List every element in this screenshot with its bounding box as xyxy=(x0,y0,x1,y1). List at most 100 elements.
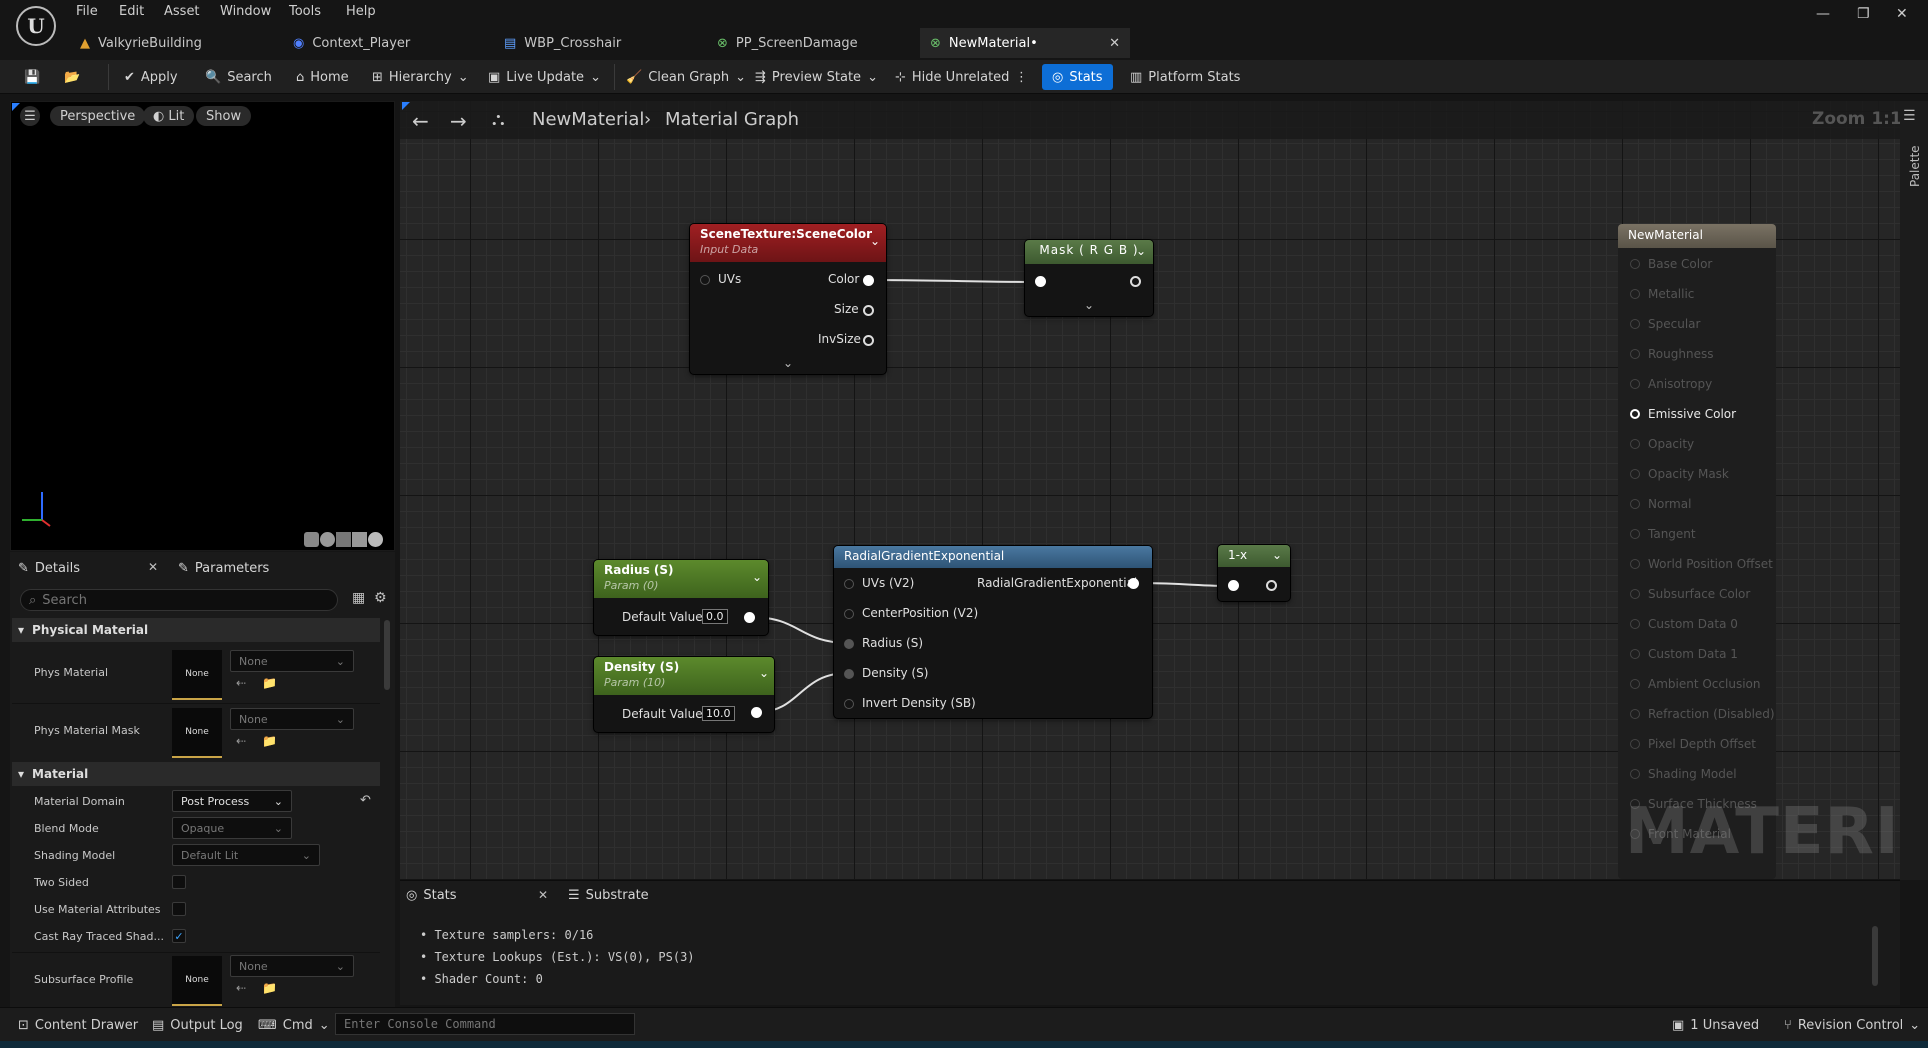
pin-density-label: Density (S) xyxy=(862,666,929,680)
stats-scrollbar[interactable] xyxy=(1872,926,1878,986)
output-pin[interactable] xyxy=(744,612,755,623)
default-value-label: Default Value xyxy=(622,610,703,624)
output-pin[interactable] xyxy=(1128,578,1139,589)
input-pin-radius[interactable] xyxy=(844,639,854,649)
tab-stats[interactable]: ◎ Stats xyxy=(406,884,457,906)
console-command-field xyxy=(335,1013,635,1035)
pin-label: Custom Data 1 xyxy=(1648,647,1738,661)
pin-label: Emissive Color xyxy=(1648,407,1737,421)
pin-label: World Position Offset xyxy=(1648,557,1773,571)
pin-label: Metallic xyxy=(1648,287,1695,301)
radius-default-value[interactable]: 0.0 xyxy=(702,609,728,624)
output-pin-refraction[interactable]: Refraction (Disabled) xyxy=(1630,707,1775,721)
pin-label: Pixel Depth Offset xyxy=(1648,737,1756,751)
revision-control-button[interactable]: ⑂ Revision Control ⌄ xyxy=(1784,1015,1920,1035)
output-pin-world-position-offset[interactable]: World Position Offset xyxy=(1630,557,1773,571)
output-pin[interactable] xyxy=(751,707,762,718)
content-drawer-label: Content Drawer xyxy=(34,1017,139,1033)
output-log-button[interactable]: ▤ Output Log xyxy=(152,1015,243,1035)
pin-dot xyxy=(1630,619,1640,629)
output-pin[interactable] xyxy=(1130,276,1141,287)
output-pin-specular[interactable]: Specular xyxy=(1630,317,1700,331)
input-pin[interactable] xyxy=(1035,276,1046,287)
output-pin-color[interactable] xyxy=(863,275,874,286)
output-pin-emissive-color[interactable]: Emissive Color xyxy=(1630,407,1736,421)
node-radial-gradient-exponential[interactable]: RadialGradientExponential xyxy=(834,546,1152,718)
tab-substrate[interactable]: ☰ Substrate xyxy=(568,884,649,906)
output-pin[interactable] xyxy=(1266,580,1277,591)
tab-stats-label: Stats xyxy=(423,887,457,903)
pin-label: Opacity Mask xyxy=(1648,467,1729,481)
output-pin-ambient-occlusion[interactable]: Ambient Occlusion xyxy=(1630,677,1760,691)
pin-color-label: Color xyxy=(828,272,860,286)
pin-dot xyxy=(1630,649,1640,659)
output-pin-roughness[interactable]: Roughness xyxy=(1630,347,1713,361)
cmd-button[interactable]: ⌨ Cmd ⌄ xyxy=(258,1015,330,1035)
input-pin[interactable] xyxy=(844,699,854,709)
output-pin-base-color[interactable]: Base Color xyxy=(1630,257,1712,271)
output-pin-custom-data-0[interactable]: Custom Data 0 xyxy=(1630,617,1738,631)
output-pin-shading-model[interactable]: Shading Model xyxy=(1630,767,1737,781)
output-pin-normal[interactable]: Normal xyxy=(1630,497,1691,511)
palette-menu-icon[interactable]: ☰ xyxy=(1903,108,1916,124)
wire-color-to-mask xyxy=(868,279,1041,283)
pin-label: Normal xyxy=(1648,497,1692,511)
output-pin-anisotropy[interactable]: Anisotropy xyxy=(1630,377,1712,391)
input-pin[interactable] xyxy=(844,579,854,589)
taskbar-strip xyxy=(0,1041,1928,1048)
pin-dot xyxy=(1630,589,1640,599)
output-pin-invsize[interactable] xyxy=(863,335,874,346)
output-pin-subsurface-color[interactable]: Subsurface Color xyxy=(1630,587,1750,601)
pin-invert-density-label: Invert Density (SB) xyxy=(862,696,976,710)
pin-label: Specular xyxy=(1648,317,1701,331)
expand-chevron-icon[interactable]: ⌄ xyxy=(783,356,793,370)
pin-dot xyxy=(1630,259,1640,269)
pin-dot xyxy=(1630,409,1640,419)
expand-chevron-icon[interactable]: ⌄ xyxy=(1084,298,1094,312)
pin-output-label: RadialGradientExponential xyxy=(977,576,1138,590)
output-pin-metallic[interactable]: Metallic xyxy=(1630,287,1694,301)
pin-dot xyxy=(1630,559,1640,569)
pin-invsize-label: InvSize xyxy=(818,332,861,346)
stats-icon: ◎ xyxy=(406,887,418,903)
palette-sidebar xyxy=(1900,101,1928,880)
pin-label: Refraction (Disabled) xyxy=(1648,707,1775,721)
pin-uvs-label: UVs (V2) xyxy=(862,576,915,590)
pin-dot xyxy=(1630,499,1640,509)
input-pin[interactable] xyxy=(844,609,854,619)
density-default-value[interactable]: 10.0 xyxy=(702,706,735,721)
console-command-input[interactable] xyxy=(344,1017,624,1031)
output-pin-opacity-mask[interactable]: Opacity Mask xyxy=(1630,467,1729,481)
content-drawer-button[interactable]: ⊡ Content Drawer xyxy=(18,1015,138,1035)
pin-dot xyxy=(1630,439,1640,449)
pin-label: Custom Data 0 xyxy=(1648,617,1738,631)
output-pin-tangent[interactable]: Tangent xyxy=(1630,527,1696,541)
chevron-down-icon: ⌄ xyxy=(1909,1017,1921,1033)
input-pin-density[interactable] xyxy=(844,669,854,679)
close-stats-icon[interactable]: ✕ xyxy=(538,888,548,902)
pin-label: Opacity xyxy=(1648,437,1695,451)
output-pin-pixel-depth-offset[interactable]: Pixel Depth Offset xyxy=(1630,737,1756,751)
palette-tab[interactable]: Palette xyxy=(1908,145,1922,187)
output-pin-size[interactable] xyxy=(863,305,874,316)
unsaved-button[interactable]: ▣ 1 Unsaved xyxy=(1672,1015,1759,1035)
node-title: NewMaterial xyxy=(1618,224,1776,248)
collapse-chevron-icon[interactable]: ⌄ xyxy=(759,666,769,680)
pin-dot xyxy=(1630,289,1640,299)
pin-dot xyxy=(1630,529,1640,539)
collapse-chevron-icon[interactable]: ⌄ xyxy=(870,234,880,248)
collapse-chevron-icon[interactable]: ⌄ xyxy=(1272,548,1282,562)
input-pin[interactable] xyxy=(1228,580,1239,591)
collapse-chevron-icon[interactable]: ⌄ xyxy=(1136,244,1146,258)
pin-dot xyxy=(1630,769,1640,779)
pin-center-position-label: CenterPosition (V2) xyxy=(862,606,979,620)
collapse-chevron-icon[interactable]: ⌄ xyxy=(752,570,762,584)
input-pin[interactable] xyxy=(700,275,710,285)
node-title: RadialGradientExponential xyxy=(844,549,1005,563)
output-pin-custom-data-1[interactable]: Custom Data 1 xyxy=(1630,647,1738,661)
pin-label: Ambient Occlusion xyxy=(1648,677,1761,691)
stat-texture-lookups: • Texture Lookups (Est.): VS(0), PS(3) xyxy=(420,950,695,964)
output-pin-opacity[interactable]: Opacity xyxy=(1630,437,1694,451)
pin-label: Tangent xyxy=(1648,527,1696,541)
node-scene-texture[interactable]: SceneTexture:SceneColor Input Data xyxy=(690,224,886,374)
